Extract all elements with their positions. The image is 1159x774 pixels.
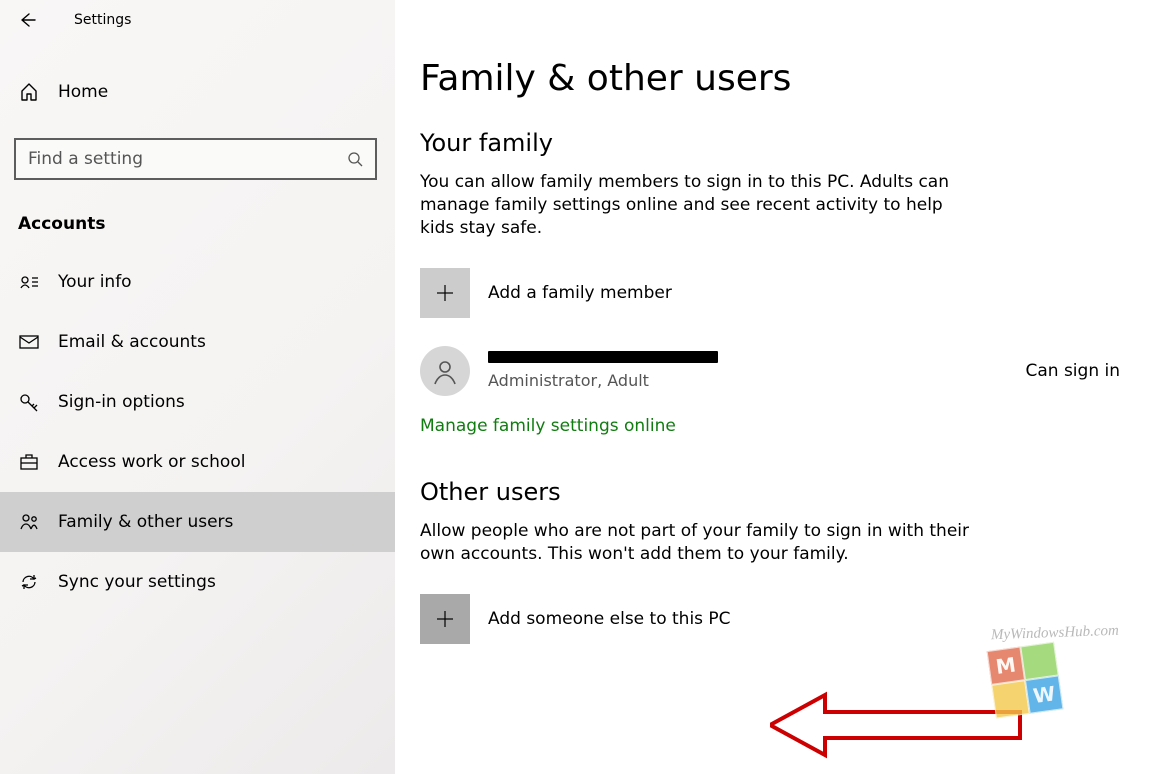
person-card-icon <box>18 271 40 293</box>
sidebar-item-your-info[interactable]: Your info <box>0 252 395 312</box>
sidebar: Settings Home Find a setting Accounts Yo… <box>0 0 395 774</box>
member-name-redacted <box>488 351 718 363</box>
back-button[interactable] <box>18 11 36 29</box>
app-title: Settings <box>74 12 131 28</box>
add-family-label: Add a family member <box>488 283 672 303</box>
member-status: Can sign in <box>1025 361 1120 381</box>
key-icon <box>18 391 40 413</box>
other-users-heading: Other users <box>420 478 1120 506</box>
mail-icon <box>18 331 40 353</box>
member-info: Administrator, Adult <box>488 351 965 390</box>
manage-family-link[interactable]: Manage family settings online <box>420 416 676 436</box>
family-member-row[interactable]: Administrator, Adult Can sign in <box>420 346 1120 396</box>
sidebar-item-family[interactable]: Family & other users <box>0 492 395 552</box>
main-content: Family & other users Your family You can… <box>420 0 1120 672</box>
home-label: Home <box>58 82 108 102</box>
page-title: Family & other users <box>420 58 1120 99</box>
sidebar-section-title: Accounts <box>18 214 395 234</box>
annotation-arrow <box>770 690 1030 760</box>
sidebar-item-label: Your info <box>58 272 132 292</box>
sidebar-item-label: Access work or school <box>58 452 245 472</box>
search-placeholder: Find a setting <box>28 149 347 169</box>
title-bar: Settings <box>0 0 395 40</box>
sidebar-item-label: Sync your settings <box>58 572 216 592</box>
family-heading: Your family <box>420 129 1120 157</box>
add-other-label: Add someone else to this PC <box>488 609 731 629</box>
sidebar-item-label: Sign-in options <box>58 392 185 412</box>
member-role: Administrator, Adult <box>488 371 965 390</box>
home-icon <box>18 81 40 103</box>
sidebar-item-label: Family & other users <box>58 512 233 532</box>
sync-icon <box>18 571 40 593</box>
search-icon <box>347 151 363 167</box>
people-icon <box>18 511 40 533</box>
other-users-description: Allow people who are not part of your fa… <box>420 520 980 566</box>
sidebar-item-sync[interactable]: Sync your settings <box>0 552 395 612</box>
sidebar-item-signin[interactable]: Sign-in options <box>0 372 395 432</box>
arrow-left-icon <box>18 11 36 29</box>
plus-icon <box>420 594 470 644</box>
plus-icon <box>420 268 470 318</box>
sidebar-item-label: Email & accounts <box>58 332 206 352</box>
sidebar-item-work[interactable]: Access work or school <box>0 432 395 492</box>
add-family-member-button[interactable]: Add a family member <box>420 268 1120 318</box>
add-other-user-button[interactable]: Add someone else to this PC <box>420 594 1120 644</box>
search-input[interactable]: Find a setting <box>14 138 377 180</box>
home-nav[interactable]: Home <box>0 68 395 116</box>
sidebar-item-email[interactable]: Email & accounts <box>0 312 395 372</box>
avatar-icon <box>420 346 470 396</box>
briefcase-icon <box>18 451 40 473</box>
family-description: You can allow family members to sign in … <box>420 171 980 240</box>
